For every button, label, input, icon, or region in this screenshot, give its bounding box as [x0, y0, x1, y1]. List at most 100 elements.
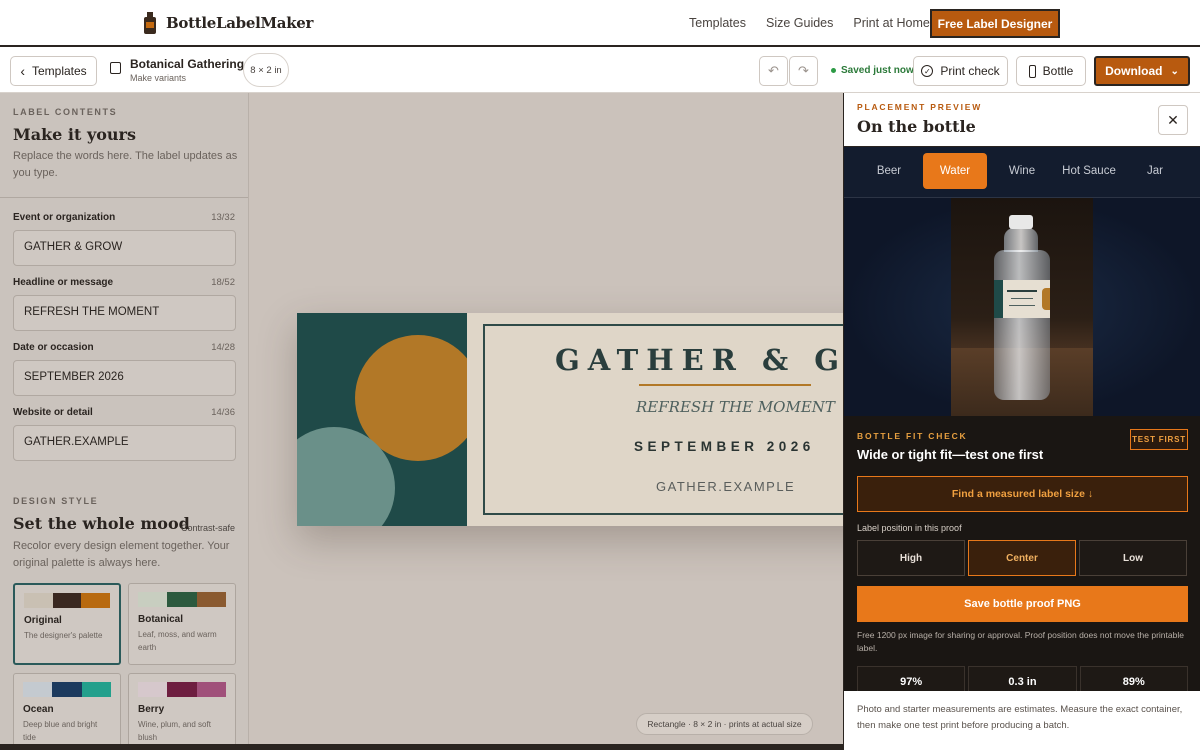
download-button[interactable]: Download ⌄ [1094, 56, 1190, 86]
top-nav: BottleLabelMaker Templates Size Guides P… [0, 0, 1200, 47]
position-center-button[interactable]: Center [968, 540, 1076, 576]
label-artwork[interactable]: GATHER & GROW REFRESH THE MOMENT SEPTEMB… [297, 313, 843, 526]
print-check-button[interactable]: ✓ Print check [913, 56, 1008, 86]
field-count-website: 14/36 [211, 407, 235, 418]
palette-swatches [24, 593, 111, 608]
palette-swatches [138, 682, 226, 697]
contents-eyebrow: LABEL CONTENTS [13, 107, 118, 117]
website-input[interactable]: GATHER.EXAMPLE [13, 425, 236, 461]
position-high-button[interactable]: High [857, 540, 965, 576]
contents-description: Replace the words here. The label update… [13, 150, 238, 179]
bottle-type-tabs: Beer Water Wine Hot Sauce Jar [844, 147, 1200, 198]
brand-name: BottleLabelMaker [166, 14, 314, 32]
field-label-date: Date or occasion [13, 342, 94, 353]
check-circle-icon: ✓ [921, 65, 934, 77]
palette-description: The designer's palette [24, 631, 103, 640]
document-icon [110, 62, 121, 74]
headline-input[interactable]: REFRESH THE MOMENT [13, 295, 236, 331]
save-bottle-proof-button[interactable]: Save bottle proof PNG [857, 586, 1188, 622]
tab-beer[interactable]: Beer [857, 153, 921, 189]
project-info: Botanical Gathering Make variants [110, 57, 244, 83]
nav-links: Templates Size Guides Print at Home [689, 16, 930, 30]
palette-ocean[interactable]: Ocean Deep blue and bright tide [13, 673, 121, 750]
tab-wine[interactable]: Wine [990, 153, 1054, 189]
redo-button[interactable]: ↷ [789, 56, 818, 86]
contents-header: LABEL CONTENTS Make it yours Replace the… [13, 107, 238, 182]
undo-icon: ↶ [768, 63, 779, 78]
print-check-label: Print check [940, 64, 1000, 78]
label-date: SEPTEMBER 2026 [634, 439, 815, 454]
undo-button[interactable]: ↶ [759, 56, 788, 86]
close-icon: ✕ [1167, 111, 1179, 128]
size-badge: 8 × 2 in [243, 53, 289, 87]
nav-link-templates[interactable]: Templates [689, 16, 746, 30]
palette-description: Wine, plum, and soft blush [138, 720, 211, 742]
bottle-photo [951, 198, 1093, 416]
brand-logo[interactable]: BottleLabelMaker [144, 12, 313, 34]
design-eyebrow: DESIGN STYLE [13, 496, 99, 506]
project-name: Botanical Gathering [130, 57, 245, 71]
editor-toolbar: ‹ Templates Botanical Gathering Make var… [0, 47, 1200, 93]
bottle-label: Bottle [1042, 64, 1074, 78]
label-website: GATHER.EXAMPLE [656, 479, 796, 494]
bottle-logo-icon [144, 12, 156, 34]
field-count-headline: 18/52 [211, 277, 235, 288]
divider [0, 197, 248, 198]
tab-water[interactable]: Water [923, 153, 987, 189]
close-button[interactable]: ✕ [1158, 105, 1188, 135]
preview-eyebrow: PLACEMENT PREVIEW [857, 102, 983, 112]
tab-hot-sauce[interactable]: Hot Sauce [1055, 153, 1123, 189]
find-label-size-button[interactable]: Find a measured label size ↓ [857, 476, 1188, 512]
free-label-designer-button[interactable]: Free Label Designer [930, 9, 1060, 38]
test-first-badge: TEST FIRST [1130, 429, 1188, 450]
palette-name: Original [24, 615, 62, 626]
design-description: Recolor every design element together. Y… [13, 540, 230, 569]
nav-link-print-at-home[interactable]: Print at Home [853, 16, 929, 30]
bottle-button[interactable]: Bottle [1016, 56, 1086, 86]
field-label-event: Event or organization [13, 212, 116, 223]
contrast-safe-note: Contrast-safe [180, 523, 235, 533]
contents-title: Make it yours [13, 125, 136, 144]
project-subtitle: Make variants [130, 73, 187, 83]
palette-name: Berry [138, 704, 165, 715]
palette-name: Botanical [138, 614, 184, 625]
fit-title: Wide or tight fit—test one first [857, 447, 1044, 462]
field-label-headline: Headline or message [13, 277, 114, 288]
bottle-label-mockup [994, 280, 1050, 318]
nav-link-size-guides[interactable]: Size Guides [766, 16, 833, 30]
tab-jar[interactable]: Jar [1125, 153, 1185, 189]
chevron-left-icon: ‹ [20, 63, 25, 79]
chevron-down-icon: ⌄ [1170, 65, 1179, 77]
field-label-website: Website or detail [13, 407, 93, 418]
palette-swatches [23, 682, 111, 697]
redo-icon: ↷ [798, 63, 809, 78]
save-description: Free 1200 px image for sharing or approv… [857, 630, 1184, 653]
canvas-size-info: Rectangle · 8 × 2 in · prints at actual … [636, 713, 813, 735]
palette-description: Leaf, moss, and warm earth [138, 630, 217, 652]
bottom-bar [0, 744, 843, 750]
palette-description: Deep blue and bright tide [23, 720, 98, 742]
back-label: Templates [31, 64, 87, 78]
bottle-preview [844, 198, 1200, 416]
preview-title: On the bottle [857, 117, 976, 136]
save-status: Saved just now [831, 65, 914, 76]
status-dot-icon [831, 68, 836, 73]
palette-name: Ocean [23, 704, 54, 715]
preview-header: PLACEMENT PREVIEW On the bottle ✕ [844, 93, 1200, 147]
label-headline: REFRESH THE MOMENT [636, 398, 835, 416]
palette-botanical[interactable]: Botanical Leaf, moss, and warm earth [128, 583, 236, 665]
bottle-icon [1028, 64, 1036, 78]
save-status-text: Saved just now [841, 65, 914, 76]
label-rule [639, 384, 811, 386]
placement-preview-panel: PLACEMENT PREVIEW On the bottle ✕ Beer W… [843, 93, 1200, 750]
measurement-disclaimer: Photo and starter measurements are estim… [844, 691, 1200, 750]
field-count-date: 14/28 [211, 342, 235, 353]
label-title: GATHER & GROW [555, 343, 843, 377]
position-low-button[interactable]: Low [1079, 540, 1187, 576]
palette-berry[interactable]: Berry Wine, plum, and soft blush [128, 673, 236, 750]
palette-original[interactable]: Original The designer's palette [13, 583, 121, 665]
back-to-templates-button[interactable]: ‹ Templates [10, 56, 97, 86]
date-input[interactable]: SEPTEMBER 2026 [13, 360, 236, 396]
design-header: DESIGN STYLE Set the whole mood Recolor … [13, 496, 236, 572]
event-input[interactable]: GATHER & GROW [13, 230, 236, 266]
